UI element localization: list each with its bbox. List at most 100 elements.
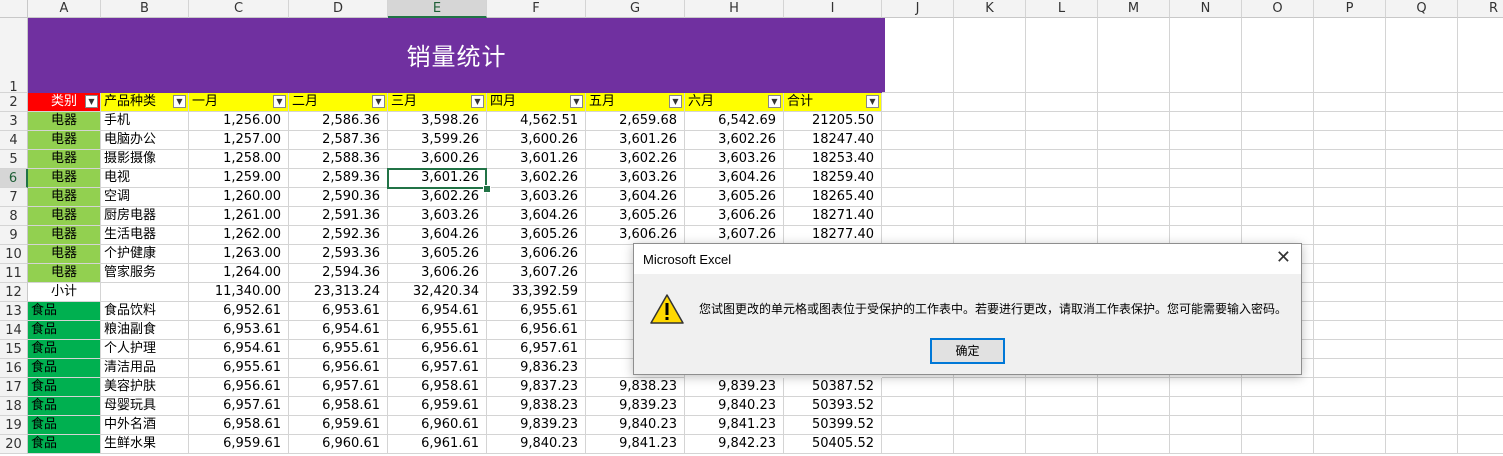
value-cell[interactable]: 6,953.61: [289, 302, 388, 321]
category-cell[interactable]: 食品: [28, 397, 101, 416]
filter-dropdown-icon[interactable]: ▼: [471, 95, 484, 108]
value-cell[interactable]: 3,604.26: [487, 207, 586, 226]
product-cell[interactable]: 手机: [101, 112, 189, 131]
category-cell[interactable]: 电器: [28, 112, 101, 131]
column-header-d[interactable]: D: [289, 0, 388, 18]
empty-cell[interactable]: [1242, 112, 1314, 131]
empty-cell[interactable]: [1314, 226, 1386, 245]
value-cell[interactable]: 3,607.26: [487, 264, 586, 283]
value-cell[interactable]: 2,586.36: [289, 112, 388, 131]
empty-cell[interactable]: [1098, 93, 1170, 112]
empty-cell[interactable]: [1170, 169, 1242, 188]
empty-cell[interactable]: [1458, 321, 1503, 340]
row-header-1[interactable]: 1: [0, 18, 28, 95]
empty-cell[interactable]: [954, 18, 1026, 93]
empty-cell[interactable]: [1170, 150, 1242, 169]
empty-cell[interactable]: [1098, 112, 1170, 131]
empty-cell[interactable]: [1314, 93, 1386, 112]
product-cell[interactable]: 母婴玩具: [101, 397, 189, 416]
column-header-p[interactable]: P: [1314, 0, 1386, 18]
empty-cell[interactable]: [1386, 264, 1458, 283]
empty-cell[interactable]: [1458, 112, 1503, 131]
product-cell[interactable]: [101, 283, 189, 302]
product-cell[interactable]: 电视: [101, 169, 189, 188]
empty-cell[interactable]: [1314, 131, 1386, 150]
category-cell[interactable]: 小计: [28, 283, 101, 302]
empty-cell[interactable]: [1242, 18, 1314, 93]
column-header-b[interactable]: B: [101, 0, 189, 18]
header-cell[interactable]: 三月 ▼: [388, 93, 487, 112]
row-header-3[interactable]: 3: [0, 112, 28, 131]
empty-cell[interactable]: [1026, 397, 1098, 416]
column-header-o[interactable]: O: [1242, 0, 1314, 18]
empty-cell[interactable]: [1098, 397, 1170, 416]
empty-cell[interactable]: [882, 18, 954, 93]
empty-cell[interactable]: [954, 112, 1026, 131]
value-cell[interactable]: 9,839.23: [586, 397, 685, 416]
product-cell[interactable]: 生鲜水果: [101, 435, 189, 454]
empty-cell[interactable]: [1386, 359, 1458, 378]
empty-cell[interactable]: [1458, 302, 1503, 321]
value-cell[interactable]: 6,958.61: [289, 397, 388, 416]
value-cell[interactable]: 3,605.26: [685, 188, 784, 207]
empty-cell[interactable]: [1458, 131, 1503, 150]
filter-dropdown-icon[interactable]: ▼: [768, 95, 781, 108]
column-header-a[interactable]: A: [28, 0, 101, 18]
empty-cell[interactable]: [1098, 169, 1170, 188]
product-cell[interactable]: 电脑办公: [101, 131, 189, 150]
filter-dropdown-icon[interactable]: ▼: [85, 95, 98, 108]
empty-cell[interactable]: [1314, 321, 1386, 340]
empty-cell[interactable]: [882, 416, 954, 435]
empty-cell[interactable]: [1098, 378, 1170, 397]
value-cell[interactable]: 33,392.59: [487, 283, 586, 302]
value-cell[interactable]: 6,953.61: [189, 321, 289, 340]
value-cell[interactable]: 6,954.61: [289, 321, 388, 340]
header-cell[interactable]: 类别 ▼: [28, 93, 101, 112]
value-cell[interactable]: 18259.40: [784, 169, 882, 188]
empty-cell[interactable]: [1242, 131, 1314, 150]
value-cell[interactable]: 2,593.36: [289, 245, 388, 264]
category-cell[interactable]: 电器: [28, 264, 101, 283]
value-cell[interactable]: 3,598.26: [388, 112, 487, 131]
value-cell[interactable]: 3,600.26: [388, 150, 487, 169]
value-cell[interactable]: 6,957.61: [487, 340, 586, 359]
product-cell[interactable]: 个护健康: [101, 245, 189, 264]
empty-cell[interactable]: [1098, 150, 1170, 169]
column-header-r[interactable]: R: [1458, 0, 1503, 18]
empty-cell[interactable]: [882, 378, 954, 397]
product-cell[interactable]: 空调: [101, 188, 189, 207]
category-cell[interactable]: 食品: [28, 416, 101, 435]
empty-cell[interactable]: [1386, 435, 1458, 454]
value-cell[interactable]: 3,605.26: [487, 226, 586, 245]
column-header-g[interactable]: G: [586, 0, 685, 18]
value-cell[interactable]: 3,603.26: [685, 150, 784, 169]
value-cell[interactable]: 1,259.00: [189, 169, 289, 188]
select-all-corner[interactable]: [0, 0, 28, 18]
value-cell[interactable]: 6,960.61: [388, 416, 487, 435]
value-cell[interactable]: 9,840.23: [487, 435, 586, 454]
category-cell[interactable]: 电器: [28, 207, 101, 226]
value-cell[interactable]: 9,841.23: [685, 416, 784, 435]
value-cell[interactable]: 3,604.26: [685, 169, 784, 188]
value-cell[interactable]: 3,600.26: [487, 131, 586, 150]
value-cell[interactable]: 3,602.26: [685, 131, 784, 150]
empty-cell[interactable]: [954, 435, 1026, 454]
empty-cell[interactable]: [1386, 18, 1458, 93]
empty-cell[interactable]: [1458, 397, 1503, 416]
value-cell[interactable]: 9,840.23: [685, 397, 784, 416]
empty-cell[interactable]: [1458, 359, 1503, 378]
category-cell[interactable]: 电器: [28, 188, 101, 207]
value-cell[interactable]: 6,961.61: [388, 435, 487, 454]
empty-cell[interactable]: [1386, 397, 1458, 416]
empty-cell[interactable]: [1458, 340, 1503, 359]
empty-cell[interactable]: [1026, 378, 1098, 397]
empty-cell[interactable]: [882, 150, 954, 169]
empty-cell[interactable]: [1170, 397, 1242, 416]
empty-cell[interactable]: [1170, 435, 1242, 454]
category-cell[interactable]: 电器: [28, 226, 101, 245]
empty-cell[interactable]: [1314, 359, 1386, 378]
product-cell[interactable]: 生活电器: [101, 226, 189, 245]
value-cell[interactable]: 3,602.26: [487, 169, 586, 188]
value-cell[interactable]: 3,603.26: [586, 169, 685, 188]
row-header-20[interactable]: 20: [0, 435, 28, 454]
